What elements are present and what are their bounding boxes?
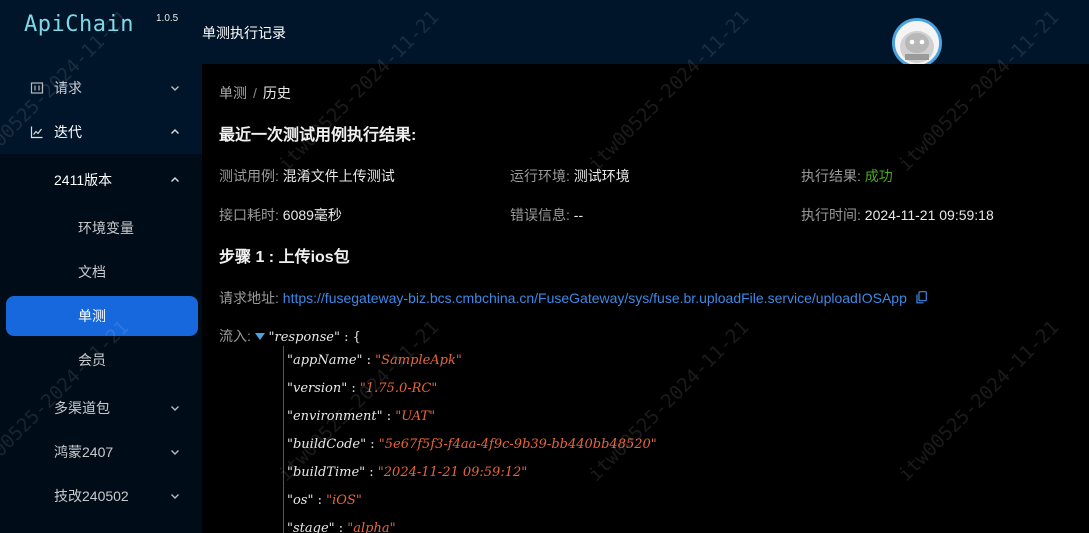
json-punct: : { bbox=[339, 330, 361, 345]
json-punct: : bbox=[313, 493, 327, 508]
json-indent-guide bbox=[283, 346, 284, 533]
app-logo[interactable]: ApiChain bbox=[24, 12, 134, 37]
field-value: 测试环境 bbox=[573, 168, 630, 184]
field-value: 2024-11-21 09:59:18 bbox=[864, 207, 994, 223]
field-label: 执行时间: bbox=[801, 207, 861, 223]
sidebar-item-label: 多渠道包 bbox=[54, 400, 110, 416]
chevron-down-icon bbox=[171, 86, 179, 91]
sidebar-item-member[interactable]: 会员 bbox=[0, 338, 202, 382]
json-key: "environment" bbox=[287, 409, 383, 424]
sidebar-item-label: 单测 bbox=[78, 308, 106, 324]
status-field: 执行结果: 成功 bbox=[801, 166, 893, 186]
json-key: "response" bbox=[268, 330, 340, 345]
sidebar-item-env-vars[interactable]: 环境变量 bbox=[0, 206, 202, 250]
field-label: 测试用例: bbox=[219, 168, 279, 184]
field-value: 混淆文件上传测试 bbox=[282, 168, 395, 184]
avatar[interactable] bbox=[892, 18, 942, 68]
field-label: 运行环境: bbox=[510, 168, 570, 184]
json-value: "1.75.0-RC" bbox=[359, 381, 438, 396]
chart-line-icon bbox=[30, 126, 43, 139]
sidebar-item-docs[interactable]: 文档 bbox=[0, 250, 202, 294]
request-url-row: 请求地址: https://fusegateway-biz.bcs.cmbchi… bbox=[219, 288, 927, 308]
json-key: "os" bbox=[287, 493, 314, 508]
json-punct: : bbox=[334, 521, 348, 533]
avatar-icon bbox=[895, 21, 939, 65]
sidebar-item-unit-test[interactable]: 单测 bbox=[6, 296, 198, 336]
breadcrumb-separator: / bbox=[253, 85, 257, 101]
json-field-line: "environment" : "UAT" bbox=[287, 408, 435, 424]
sidebar-item-label: 环境变量 bbox=[78, 220, 134, 236]
sidebar-item-label: 请求 bbox=[54, 80, 82, 96]
json-punct: : bbox=[365, 465, 378, 480]
chevron-down-icon bbox=[171, 406, 179, 411]
json-value: "SampleApk" bbox=[375, 353, 462, 368]
chevron-down-icon bbox=[171, 450, 179, 455]
chevron-up-icon bbox=[171, 129, 179, 134]
copy-icon[interactable] bbox=[916, 291, 927, 304]
sidebar-item-iteration[interactable]: 迭代 bbox=[0, 110, 202, 154]
field-label: 流入: bbox=[219, 328, 251, 344]
step-title: 步骤 1 : 上传ios包 bbox=[219, 249, 350, 266]
sidebar-item-label: 2411版本 bbox=[54, 172, 113, 188]
breadcrumb-current: 历史 bbox=[262, 85, 291, 101]
page-title: 单测执行记录 bbox=[202, 25, 286, 41]
json-field-line: "os" : "iOS" bbox=[287, 492, 362, 508]
json-field-line: "appName" : "SampleApk" bbox=[287, 352, 462, 368]
json-key: "version" bbox=[287, 381, 348, 396]
field-label: 接口耗时: bbox=[219, 207, 279, 223]
json-value: "5e67f5f3-f4aa-4f9c-9b39-bb440bb48520" bbox=[378, 437, 657, 452]
chevron-down-icon bbox=[171, 494, 179, 499]
json-key: "buildTime" bbox=[287, 465, 366, 480]
breadcrumb-parent[interactable]: 单测 bbox=[219, 85, 247, 101]
field-label: 请求地址: bbox=[219, 290, 279, 306]
json-value: "UAT" bbox=[395, 409, 436, 424]
sidebar-item-label: 技改240502 bbox=[54, 488, 129, 504]
json-field-line: "buildCode" : "5e67f5f3-f4aa-4f9c-9b39-b… bbox=[287, 436, 657, 452]
json-value: "2024-11-21 09:59:12" bbox=[377, 465, 528, 480]
json-value: "alpha" bbox=[347, 521, 396, 533]
main-content: 单测 / 历史 最近一次测试用例执行结果: 测试用例: 混淆文件上传测试 运行环境:… bbox=[202, 64, 1089, 533]
field-value: 6089毫秒 bbox=[282, 207, 342, 223]
app-version: 1.0.5 bbox=[156, 13, 179, 24]
sidebar-item-2411[interactable]: 2411版本 bbox=[0, 158, 202, 202]
result-title: 最近一次测试用例执行结果: bbox=[219, 127, 417, 144]
json-key: "stage" bbox=[287, 521, 335, 533]
request-url-link[interactable]: https://fusegateway-biz.bcs.cmbchina.cn/… bbox=[283, 290, 907, 306]
breadcrumb: 单测 / 历史 bbox=[219, 83, 291, 103]
sidebar-item-label: 鸿蒙2407 bbox=[54, 444, 114, 460]
sidebar-item-label: 文档 bbox=[78, 264, 106, 280]
request-icon bbox=[30, 82, 44, 94]
json-punct: : bbox=[366, 437, 379, 452]
field-label: 执行结果: bbox=[801, 168, 861, 184]
json-key: "buildCode" bbox=[287, 437, 367, 452]
sidebar: ApiChain 1.0.5 请求 迭代 2411版本 环境变量 文档 单测 会… bbox=[0, 0, 202, 533]
sidebar-item-multichannel[interactable]: 多渠道包 bbox=[0, 386, 202, 430]
sidebar-item-label: 迭代 bbox=[54, 124, 82, 140]
sidebar-item-request[interactable]: 请求 bbox=[0, 66, 202, 110]
exec-time-field: 执行时间: 2024-11-21 09:59:18 bbox=[801, 205, 994, 225]
json-field-line: "version" : "1.75.0-RC" bbox=[287, 380, 437, 396]
json-field-line: "stage" : "alpha" bbox=[287, 520, 396, 533]
environment-field: 运行环境: 测试环境 bbox=[510, 166, 630, 186]
status-badge: 成功 bbox=[864, 168, 893, 184]
top-header: 单测执行记录 bbox=[202, 0, 1089, 68]
error-field: 错误信息: -- bbox=[510, 205, 583, 225]
field-value: -- bbox=[573, 207, 584, 223]
json-field-line: "buildTime" : "2024-11-21 09:59:12" bbox=[287, 464, 527, 480]
json-punct: : bbox=[347, 381, 360, 396]
duration-field: 接口耗时: 6089毫秒 bbox=[219, 205, 342, 225]
sidebar-item-harmony[interactable]: 鸿蒙2407 bbox=[0, 430, 202, 474]
json-punct: : bbox=[382, 409, 396, 424]
json-key: "appName" bbox=[287, 353, 363, 368]
json-punct: : bbox=[362, 353, 376, 368]
collapse-caret-icon[interactable] bbox=[254, 333, 265, 340]
field-label: 错误信息: bbox=[510, 207, 570, 223]
json-value: "iOS" bbox=[326, 493, 362, 508]
json-root-line: 流入: "response" : { bbox=[219, 326, 361, 346]
chevron-up-icon bbox=[171, 177, 179, 182]
test-case-field: 测试用例: 混淆文件上传测试 bbox=[219, 166, 395, 186]
sidebar-item-tech-upgrade[interactable]: 技改240502 bbox=[0, 474, 202, 518]
sidebar-item-label: 会员 bbox=[78, 352, 106, 368]
